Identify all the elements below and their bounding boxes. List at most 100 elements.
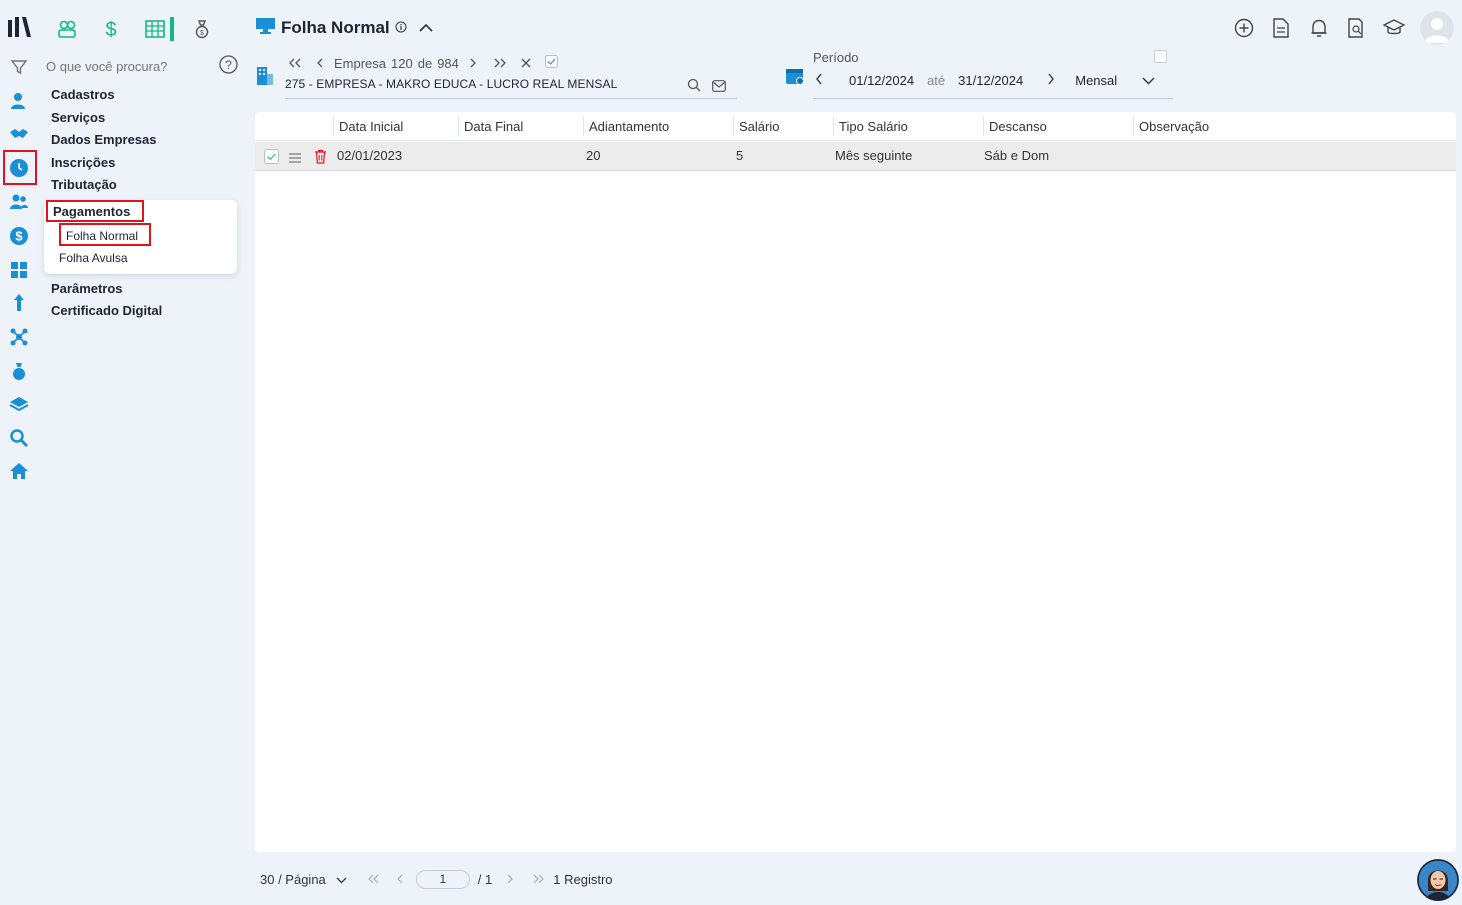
bell-icon[interactable] [1308,17,1330,39]
col-descanso[interactable]: Descanso [983,117,1133,136]
dollar-icon[interactable]: $ [8,225,30,247]
people-app-icon[interactable] [55,17,79,41]
dollar-app-icon[interactable]: $ [99,17,123,41]
person-icon[interactable] [8,90,30,112]
period-end[interactable]: 31/12/2024 [958,73,1023,88]
next-page-icon[interactable] [506,872,514,887]
company-of-label: de [417,55,433,71]
page-size-select[interactable]: 30 / Página [260,872,326,887]
app-switcher: $ $ [55,16,234,42]
last-company-icon[interactable] [493,56,507,71]
company-pager: Empresa 120 de 984 [288,53,558,73]
delete-icon[interactable] [314,149,327,167]
layers-icon[interactable] [8,393,30,415]
period-start[interactable]: 01/12/2024 [849,73,914,88]
header-actions [1233,11,1462,45]
table-row[interactable]: 02/01/2023 20 5 Mês seguinte Sáb e Dom [255,142,1456,171]
submenu-item-folha-avulsa[interactable]: Folha Avulsa [59,251,128,265]
period-row: 01/12/2024 até 31/12/2024 Mensal [815,73,1155,88]
add-circle-icon[interactable] [1233,17,1255,39]
cell-descanso: Sáb e Dom [984,148,1050,163]
user-avatar[interactable] [1420,11,1454,45]
home-icon[interactable] [8,460,30,482]
person-up-icon[interactable] [8,292,30,314]
calculator-icon[interactable] [8,259,30,281]
handshake-icon[interactable] [8,123,30,145]
monitor-icon [256,17,275,39]
sidebar-item-dados-empresas[interactable]: Dados Empresas [51,131,157,154]
record-count: 1 Registro [553,871,613,887]
page-input[interactable]: 1 [415,869,470,889]
sidebar-item-cadastros[interactable]: Cadastros [51,86,157,109]
period-selector: Período 01/12/2024 até 31/12/2024 Mensal [785,48,1175,100]
chevron-down-icon[interactable] [1142,73,1155,88]
period-until: até [927,73,946,88]
first-page-icon[interactable] [367,872,380,887]
col-data-final[interactable]: Data Final [458,117,583,136]
next-company-icon[interactable] [469,56,477,71]
graduation-cap-icon[interactable] [1382,17,1405,39]
company-index: 120 [391,55,413,71]
page-header: Folha Normal [256,17,433,39]
sidebar-item-tributacao[interactable]: Tributação [51,176,157,199]
chevron-up-icon[interactable] [419,18,433,38]
info-icon[interactable] [395,18,407,38]
app-logo[interactable] [8,17,32,39]
page-size-chevron-icon[interactable] [336,872,347,887]
clock-icon[interactable] [8,157,30,179]
clear-company-icon[interactable] [521,56,531,71]
col-adiantamento[interactable]: Adiantamento [583,117,733,136]
document-icon[interactable] [1270,17,1292,39]
sidebar-item-pagamentos[interactable]: Pagamentos [53,204,130,219]
report-search-icon[interactable] [1345,17,1367,39]
company-name[interactable]: 275 - EMPRESA - MAKRO EDUCA - LUCRO REAL… [285,77,617,91]
sidebar-item-parametros[interactable]: Parâmetros [51,280,162,302]
icon-rail: $ [0,0,38,905]
calendar-icon [785,66,805,89]
sidebar-item-servicos[interactable]: Serviços [51,109,157,132]
period-mode[interactable]: Mensal [1075,73,1117,88]
network-icon[interactable] [8,326,30,348]
cell-tipo-salario: Mês seguinte [835,148,913,163]
svg-text:$: $ [105,19,116,40]
prev-period-icon[interactable] [815,73,823,88]
page-title: Folha Normal [281,18,390,37]
prev-company-icon[interactable] [316,56,324,71]
sidebar-item-inscricoes[interactable]: Inscrições [51,154,157,177]
company-underline [285,98,737,99]
active-app-bar [170,17,174,41]
first-company-icon[interactable] [288,56,302,71]
drag-handle-icon[interactable] [289,151,301,166]
pagination: 30 / Página 1 / 1 1 Registro [260,868,613,890]
submenu-item-folha-normal[interactable]: Folha Normal [66,229,138,243]
cell-data-inicial: 02/01/2023 [337,148,403,163]
users-icon[interactable] [8,191,30,213]
svg-text:$: $ [200,30,204,37]
mail-icon[interactable] [712,79,726,97]
assistant-avatar[interactable] [1417,859,1459,901]
help-icon[interactable]: ? [219,55,238,79]
col-salario[interactable]: Salário [733,117,833,136]
col-tipo-salario[interactable]: Tipo Salário [833,117,983,136]
total-pages: / 1 [477,871,493,887]
prev-page-icon[interactable] [396,872,404,887]
col-data-inicial[interactable]: Data Inicial [333,117,458,136]
filter-icon[interactable] [8,56,30,78]
col-observacao[interactable]: Observação [1133,117,1333,136]
period-label: Período [813,50,859,65]
company-search-icon[interactable] [687,78,701,97]
money-bag-app-icon[interactable]: $ [190,17,214,41]
building-icon [256,66,274,91]
money-bag-icon[interactable] [8,360,30,382]
search-icon[interactable] [8,427,30,449]
sidebar-item-certificado-digital[interactable]: Certificado Digital [51,302,162,324]
last-page-icon[interactable] [532,872,545,887]
next-period-icon[interactable] [1047,73,1055,88]
row-checkbox[interactable] [264,149,279,167]
svg-text:$: $ [15,229,23,244]
period-checkbox[interactable] [1154,50,1167,63]
data-table: Data Inicial Data Final Adiantamento Sal… [255,112,1456,852]
search-input[interactable] [46,56,236,76]
company-checkbox[interactable] [544,55,558,71]
spreadsheet-app-icon[interactable] [143,17,167,41]
